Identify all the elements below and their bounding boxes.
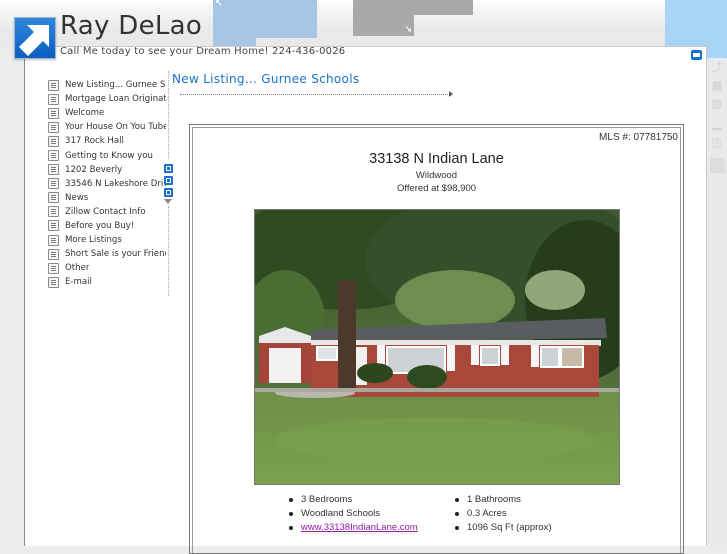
resize-icon[interactable] [164,164,173,173]
page-icon [48,192,59,204]
page-icon [48,262,59,274]
sidebar-item[interactable]: E-mail [48,275,166,289]
sidebar-item[interactable]: Short Sale is your Friend! [48,247,166,261]
sidebar-item-label: Short Sale is your Friend! [65,249,166,260]
listing-website-link[interactable]: www.33138IndianLane.com [301,522,418,533]
sidebar-item-label: Other [65,263,90,274]
sidebar-resize-guide[interactable] [168,71,169,159]
sidebar-item[interactable]: 33546 N Lakeshore Drive [48,177,166,191]
columns-icon[interactable] [164,188,173,197]
sidebar-item-label: Your House On You Tube [65,122,166,133]
bullet-icon [289,511,293,516]
sidebar-item[interactable]: 317 Rock Hall [48,134,166,148]
sidebar-item-label: Welcome [65,108,105,119]
sidebar-item-label: 33546 N Lakeshore Drive [65,178,166,189]
grid-icon[interactable] [164,176,173,185]
deco-gray-block-lower: ↘ [353,15,414,36]
sidebar-item-label: New Listing... Gurnee Schools [65,80,166,91]
site-title[interactable]: Ray DeLao [60,11,202,41]
arrow-right-icon [449,91,453,97]
page-icon [48,248,59,260]
tagline: Call Me today to see your Dream Home! 22… [60,46,346,57]
heading-divider [180,94,448,95]
sidebar-item[interactable]: Welcome [48,106,166,120]
page-title: New Listing... Gurnee Schools [172,72,360,86]
sidebar-item[interactable]: Before you Buy! [48,219,166,233]
feature-item: 3 Bedrooms [289,493,455,506]
sidebar-item-label: 1202 Beverly [65,164,123,175]
sidebar-item[interactable]: News [48,191,166,205]
page-icon [48,206,59,218]
house-photo [255,210,619,484]
page-icon [48,93,59,105]
sidebar-item-label: Mortgage Loan Originator [65,94,166,105]
sidebar-nav: New Listing... Gurnee Schools Mortgage L… [48,78,166,289]
page-icon [48,107,59,119]
listing-address: 33138 N Indian Lane [369,151,504,167]
sidebar-item[interactable]: 1202 Beverly [48,163,166,177]
listing-city: Wildwood [415,170,458,181]
feature-item: 0.3 Acres [455,507,609,520]
page-icon [48,150,59,162]
sidebar-item-label: Getting to Know you [65,150,153,161]
listing-price: Offered at $98,900 [396,183,477,194]
collapse-panel-button[interactable] [691,50,702,60]
feature-text: 0.3 Acres [467,508,507,519]
chart-icon[interactable]: ▁ [711,118,723,130]
sidebar-item[interactable]: New Listing... Gurnee Schools [48,78,166,92]
sidebar-item[interactable]: Zillow Contact Info [48,205,166,219]
sidebar-item-label: News [65,192,89,203]
scroll-down-icon[interactable] [164,199,172,204]
sidebar-item[interactable]: Other [48,261,166,275]
page-icon [48,276,59,288]
edit-icon[interactable]: ▧ [711,98,723,110]
listing-photo[interactable] [254,209,620,485]
mls-number: MLS #: 07781750 [599,132,678,143]
feature-item: www.33138IndianLane.com [289,521,455,534]
sidebar-item[interactable]: More Listings [48,233,166,247]
sidebar-item-label: Before you Buy! [65,220,135,231]
sidebar-item[interactable]: Your House On You Tube [48,120,166,134]
feature-text: 1096 Sq Ft (approx) [467,522,552,533]
page-icon [48,220,59,232]
page-icon [48,164,59,176]
right-toolbar: ⤴ ▦ ▧ ▁ ◫ [707,58,727,545]
arrow-up-left-icon: ↖ [215,0,223,9]
site-logo[interactable] [14,17,56,59]
tool-slot[interactable] [710,158,725,173]
layout-icon[interactable]: ▦ [711,80,723,92]
sidebar-item-label: E-mail [65,277,92,288]
bullet-icon [289,525,293,530]
page-icon [48,135,59,147]
feature-text: Woodland Schools [301,508,381,519]
bullet-icon [289,497,293,502]
sidebar-item-label: Zillow Contact Info [65,206,146,217]
page-icon [48,121,59,133]
feature-item: Woodland Schools [289,507,455,520]
bullet-icon [455,511,459,516]
monitor-icon[interactable]: ◫ [711,137,723,149]
feature-text: 3 Bedrooms [301,494,353,505]
page-icon [48,234,59,246]
listing-card: MLS #: 07781750 33138 N Indian Lane Wild… [189,124,684,554]
listing-card-inner: MLS #: 07781750 33138 N Indian Lane Wild… [192,127,681,553]
page-icon [48,79,59,91]
sidebar-item[interactable]: Getting to Know you [48,148,166,162]
arrow-up-right-icon [19,25,49,56]
bullet-icon [455,525,459,530]
deco-gray-block [353,0,473,15]
listing-features: 3 Bedrooms 1 Bathrooms Woodland Schools … [289,493,609,534]
feature-text: 1 Bathrooms [467,494,521,505]
sidebar-item-label: More Listings [65,235,122,246]
feature-item: 1 Bathrooms [455,493,609,506]
page-icon [48,178,59,190]
sidebar-resize-guide-lower[interactable] [168,206,169,296]
wrench-icon[interactable]: ⤴ [711,62,723,74]
bullet-icon [455,497,459,502]
feature-item: 1096 Sq Ft (approx) [455,521,609,534]
sidebar-item[interactable]: Mortgage Loan Originator [48,92,166,106]
arrow-down-right-icon: ↘ [404,25,412,35]
sidebar-item-label: 317 Rock Hall [65,136,124,147]
